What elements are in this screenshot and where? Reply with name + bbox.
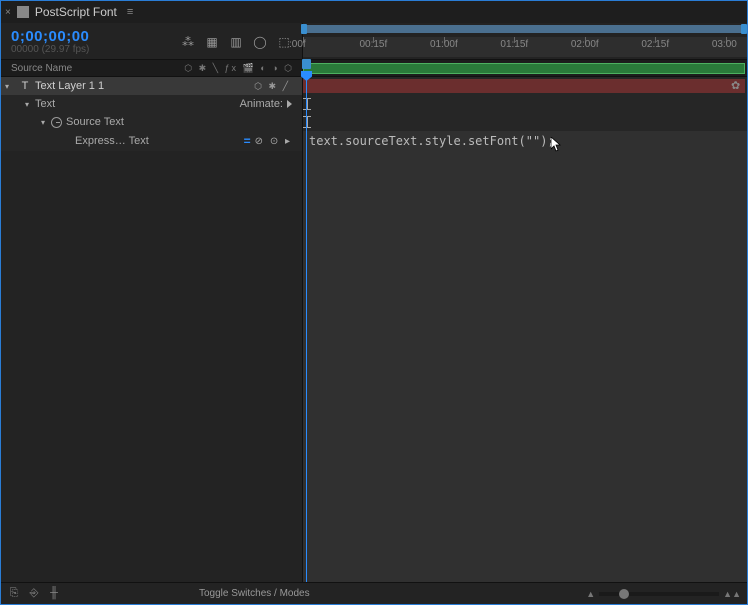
- work-area-bar[interactable]: [303, 63, 745, 74]
- zoom-in-icon[interactable]: ▲▲: [723, 589, 741, 599]
- comp-tool-icons: ⁂ ▦ ▥ ◯ ⬚: [180, 34, 292, 50]
- layer-row[interactable]: ▾ T Text Layer 1 1 ⬡ ✱ ╱: [1, 77, 302, 95]
- search-icon[interactable]: ⁂: [180, 34, 196, 50]
- zoom-slider[interactable]: [599, 592, 719, 596]
- expression-label: Express… Text: [75, 135, 149, 147]
- expression-enable-icon[interactable]: =: [244, 134, 251, 148]
- shy-icon[interactable]: ▥: [228, 34, 244, 50]
- ruler-ticks[interactable]: :00f 00:15f 01:00f 01:15f 02:00f 02:15f …: [303, 37, 747, 57]
- panel-menu-icon[interactable]: ≡: [127, 6, 133, 18]
- tick-label: :00f: [289, 39, 306, 50]
- tick-label: 01:15f: [500, 39, 528, 50]
- expression-code[interactable]: text.sourceText.style.setFont("");: [303, 131, 747, 151]
- animate-menu[interactable]: Animate:: [240, 98, 302, 110]
- footer-left-icons: ⎘ ⎆ ╫: [7, 587, 61, 600]
- work-area-row[interactable]: [303, 59, 747, 77]
- twirl-icon[interactable]: ▾: [41, 118, 51, 127]
- animate-arrow-icon: [287, 100, 292, 108]
- tab-bar: × PostScript Font ≡: [1, 1, 747, 23]
- frame-blend-toggle-icon[interactable]: ╫: [47, 587, 61, 600]
- timeline-area: :00f 00:15f 01:00f 01:15f 02:00f 02:15f …: [303, 23, 747, 582]
- frame-blend-icon[interactable]: ◯: [252, 34, 268, 50]
- timecode-block[interactable]: 0;00;00;00 00000 (29.97 fps): [11, 29, 89, 56]
- marker-icon[interactable]: ✿: [731, 79, 745, 93]
- fps-label: 00000 (29.97 fps): [11, 44, 89, 55]
- twirl-icon[interactable]: ▾: [5, 82, 15, 91]
- text-property-group[interactable]: ▾ Text Animate:: [1, 95, 302, 113]
- zoom-thumb[interactable]: [619, 589, 629, 599]
- time-ruler[interactable]: :00f 00:15f 01:00f 01:15f 02:00f 02:15f …: [303, 23, 747, 59]
- playhead[interactable]: [306, 71, 307, 582]
- twirl-icon[interactable]: ▾: [25, 100, 35, 109]
- layer-duration-bar[interactable]: [303, 79, 745, 93]
- column-header: Source Name ⬡ ✱ ╲ ƒx 🎬 ◐ ◑ ⬡: [1, 59, 302, 77]
- mouse-cursor-icon: [551, 137, 563, 153]
- expression-tools[interactable]: ⊘ ⊙ ▸: [255, 136, 292, 147]
- brackets-icon[interactable]: ⎆: [27, 587, 41, 600]
- switches-header: ⬡ ✱ ╲ ƒx 🎬 ◐ ◑ ⬡: [184, 63, 302, 74]
- comp-mini-icon[interactable]: ▦: [204, 34, 220, 50]
- expression-property-row[interactable]: Express… Text = ⊘ ⊙ ▸: [1, 131, 302, 151]
- layer-bar-row[interactable]: ✿: [303, 77, 747, 95]
- layer-pane: 0;00;00;00 00000 (29.97 fps) ⁂ ▦ ▥ ◯ ⬚ S…: [1, 23, 303, 582]
- timeline-stack: ✿ text.sourceText.style.setFont("");: [303, 59, 747, 582]
- layer-switches[interactable]: ⬡ ✱ ╱: [254, 81, 298, 92]
- empty-layer-area[interactable]: [1, 151, 302, 582]
- expression-editor[interactable]: text.sourceText.style.setFont("");: [303, 131, 747, 582]
- timeline-panel: × PostScript Font ≡ 0;00;00;00 00000 (29…: [0, 0, 748, 605]
- tick-label: 01:00f: [430, 39, 458, 50]
- source-text-track: [303, 113, 747, 131]
- current-time[interactable]: 0;00;00;00: [11, 29, 89, 46]
- playhead-cap-icon[interactable]: [302, 59, 311, 69]
- stopwatch-icon[interactable]: [51, 117, 62, 128]
- layer-name[interactable]: Text Layer 1 1: [35, 80, 104, 92]
- source-text-label: Source Text: [66, 116, 124, 128]
- main-area: 0;00;00;00 00000 (29.97 fps) ⁂ ▦ ▥ ◯ ⬚ S…: [1, 23, 747, 582]
- composition-icon: [17, 6, 29, 18]
- toggle-switches-button[interactable]: Toggle Switches / Modes: [199, 588, 310, 599]
- time-navigator[interactable]: [303, 25, 745, 33]
- tick-label: 03:00: [712, 39, 737, 50]
- source-name-header[interactable]: Source Name: [11, 63, 72, 74]
- tick-label: 02:00f: [571, 39, 599, 50]
- tick-label: 00:15f: [359, 39, 387, 50]
- tick-label: 02:15f: [641, 39, 669, 50]
- zoom-control[interactable]: ▲ ▲▲: [586, 589, 741, 599]
- text-layer-icon: T: [19, 80, 31, 92]
- zoom-out-icon[interactable]: ▲: [586, 589, 595, 599]
- header-row: 0;00;00;00 00000 (29.97 fps) ⁂ ▦ ▥ ◯ ⬚: [1, 23, 302, 59]
- text-group-track: [303, 95, 747, 113]
- source-text-property[interactable]: ▾ Source Text: [1, 113, 302, 131]
- render-queue-icon[interactable]: ⎘: [7, 587, 21, 600]
- footer-bar: ⎘ ⎆ ╫ Toggle Switches / Modes ▲ ▲▲: [1, 582, 747, 604]
- text-group-label: Text: [35, 98, 55, 110]
- tab-title[interactable]: PostScript Font: [35, 5, 117, 19]
- close-tab-icon[interactable]: ×: [5, 7, 11, 18]
